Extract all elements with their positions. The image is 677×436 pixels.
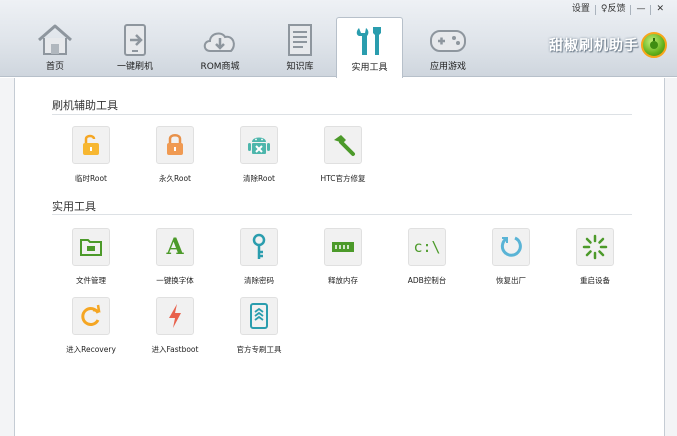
tool-label: 永久Root — [159, 174, 191, 183]
tool-label: HTC官方修复 — [320, 174, 366, 183]
tool-file-manager[interactable]: 文件管理 — [51, 228, 131, 286]
tool-remove-root[interactable]: 清除Root — [219, 126, 299, 184]
tool-label: 一键换字体 — [156, 276, 194, 285]
reboot-icon — [576, 228, 614, 266]
tool-enter-recovery[interactable]: 进入Recovery — [51, 297, 131, 355]
feedback-button[interactable]: ♀反馈 — [596, 2, 631, 17]
section-title-flash-helpers: 刷机辅助工具 — [52, 99, 118, 112]
lightning-icon — [156, 297, 194, 335]
tool-free-memory[interactable]: 释放内存 — [303, 228, 383, 286]
tab-label: 首页 — [45, 62, 64, 72]
pepper-logo-icon — [641, 32, 667, 58]
tool-label: 释放内存 — [328, 276, 358, 285]
tool-perm-root[interactable]: 永久Root — [135, 126, 215, 184]
tool-label: 文件管理 — [76, 276, 106, 285]
tab-label: 应用游戏 — [429, 62, 466, 72]
settings-button[interactable]: 设置 — [567, 2, 595, 17]
section-title-utilities: 实用工具 — [52, 200, 96, 213]
left-edge — [0, 78, 14, 436]
tool-label: 进入Recovery — [66, 345, 116, 354]
restore-icon — [492, 228, 530, 266]
lock-icon — [156, 126, 194, 164]
tool-temp-root[interactable]: 临时Root — [51, 126, 131, 184]
section-divider — [52, 214, 632, 215]
section-divider — [52, 114, 632, 115]
android-icon — [240, 126, 278, 164]
tab-label: ROM商城 — [200, 62, 240, 72]
tool-label: ADB控制台 — [407, 276, 447, 285]
tool-change-font[interactable]: A 一键换字体 — [135, 228, 215, 286]
tools-icon — [356, 27, 381, 55]
tab-rom-store[interactable]: ROM商城 — [175, 17, 265, 77]
tools-panel: 刷机辅助工具 临时Root 永久Root 清除Root HTC官方修复 实用工具… — [14, 78, 665, 436]
gamepad-icon — [430, 30, 466, 52]
recovery-icon — [72, 297, 110, 335]
tab-utility-tools[interactable]: 实用工具 — [336, 17, 403, 78]
official-tool-icon — [240, 297, 278, 335]
hammer-icon — [324, 126, 362, 164]
key-icon — [240, 228, 278, 266]
tool-enter-fastboot[interactable]: 进入Fastboot — [135, 297, 215, 355]
lock-open-icon — [72, 126, 110, 164]
tab-label: 实用工具 — [351, 63, 388, 73]
cloud-download-icon — [203, 32, 235, 52]
tool-official-flash[interactable]: 官方专刷工具 — [219, 297, 299, 355]
window-controls: 设置 ♀反馈 — ✕ — [567, 2, 669, 17]
tab-label: 知识库 — [286, 62, 314, 72]
memory-icon — [324, 228, 362, 266]
tool-label: 官方专刷工具 — [236, 345, 282, 354]
tool-adb-console[interactable]: c:\ ADB控制台 — [387, 228, 467, 286]
tab-apps-games[interactable]: 应用游戏 — [403, 17, 493, 77]
tool-label: 重启设备 — [580, 276, 610, 285]
brand-name: 甜椒刷机助手 — [549, 38, 639, 54]
folder-icon — [72, 228, 110, 266]
tool-label: 清除密码 — [244, 276, 274, 285]
brand-logo: 甜椒刷机助手 — [549, 32, 667, 58]
minimize-button[interactable]: — — [631, 2, 650, 17]
right-edge — [665, 78, 677, 436]
tool-label: 进入Fastboot — [151, 345, 199, 354]
tool-reboot-device[interactable]: 重启设备 — [555, 228, 635, 286]
tab-one-key-flash[interactable]: 一键刷机 — [95, 17, 175, 77]
tool-label: 清除Root — [243, 174, 275, 183]
tool-clear-password[interactable]: 清除密码 — [219, 228, 299, 286]
tool-label: 临时Root — [75, 174, 107, 183]
tab-home[interactable]: 首页 — [15, 17, 95, 77]
console-icon: c:\ — [408, 228, 446, 266]
font-icon: A — [156, 228, 194, 266]
close-button[interactable]: ✕ — [651, 2, 669, 17]
tool-label: 恢复出厂 — [496, 276, 526, 285]
phone-flash-icon — [124, 24, 146, 56]
header: 设置 ♀反馈 — ✕ 首页 一键刷机 ROM商城 知识库 实用工具 应用游戏 甜… — [0, 0, 677, 78]
tool-htc-repair[interactable]: HTC官方修复 — [303, 126, 383, 184]
main-tabs: 首页 一键刷机 ROM商城 知识库 实用工具 应用游戏 — [15, 17, 493, 78]
document-icon — [288, 24, 312, 56]
home-icon — [38, 24, 72, 55]
tab-label: 一键刷机 — [116, 62, 153, 72]
tool-factory-reset[interactable]: 恢复出厂 — [471, 228, 551, 286]
tab-knowledge[interactable]: 知识库 — [265, 17, 335, 77]
